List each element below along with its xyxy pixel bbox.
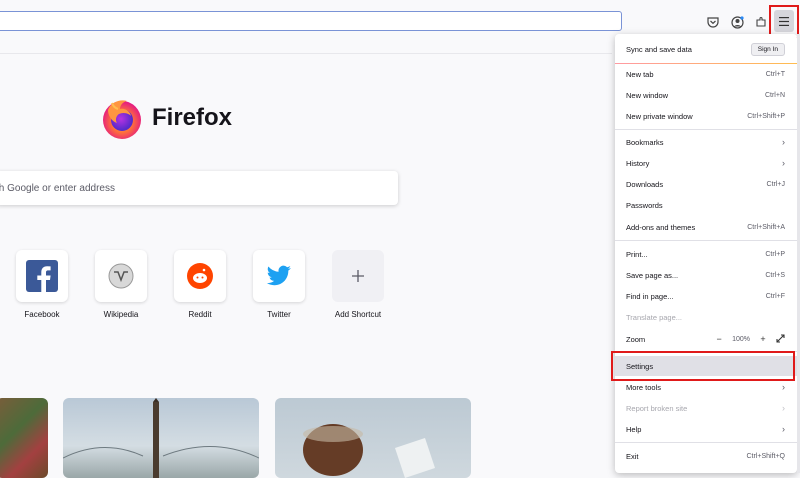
wikipedia-icon — [108, 263, 134, 289]
menu-divider — [615, 442, 797, 443]
menu-item-bookmarks[interactable]: Bookmarks › — [615, 132, 797, 152]
account-icon[interactable] — [728, 13, 746, 31]
shortcut-wikipedia[interactable]: Wikipedia — [86, 250, 156, 319]
shortcut-tile — [332, 250, 384, 302]
missile-image-icon — [63, 398, 259, 478]
menu-item-label: New private window — [626, 111, 693, 121]
menu-item-label: History — [626, 158, 650, 168]
menu-item-zoom: Zoom − 100% + — [615, 329, 797, 349]
firefox-brand: Firefox — [100, 96, 232, 140]
menu-item-shortcut: Ctrl+P — [765, 250, 785, 258]
menu-item-shortcut: Ctrl+Shift+A — [747, 223, 785, 231]
chevron-right-icon: › — [782, 158, 785, 168]
toolbar-divider — [0, 53, 612, 54]
menu-item-label: Save page as... — [626, 270, 679, 280]
menu-item-label: New window — [626, 90, 669, 100]
chevron-right-icon: › — [782, 382, 785, 392]
menu-item-label: Bookmarks — [626, 137, 664, 147]
chevron-right-icon: › — [782, 403, 785, 413]
menu-item-find-in-page[interactable]: Find in page... Ctrl+F — [615, 286, 797, 306]
shortcut-reddit[interactable]: Reddit — [165, 250, 235, 319]
menu-item-label: Exit — [626, 451, 639, 461]
search-placeholder: th Google or enter address — [0, 182, 115, 194]
search-input[interactable]: th Google or enter address — [0, 171, 398, 205]
settings-highlight — [611, 351, 795, 381]
shortcut-tile — [16, 250, 68, 302]
menu-item-new-tab[interactable]: New tab Ctrl+T — [615, 64, 797, 84]
menu-item-shortcut: Ctrl+J — [766, 180, 785, 188]
zoom-in-button[interactable]: + — [758, 334, 768, 344]
menu-item-history[interactable]: History › — [615, 153, 797, 173]
shortcut-tile — [95, 250, 147, 302]
menu-item-label: New tab — [626, 69, 654, 79]
menu-item-downloads[interactable]: Downloads Ctrl+J — [615, 174, 797, 194]
shortcut-tile — [174, 250, 226, 302]
tea-cup-image-icon — [303, 424, 435, 478]
menu-item-save-page[interactable]: Save page as... Ctrl+S — [615, 265, 797, 285]
story-card-image[interactable] — [0, 398, 48, 478]
menu-item-label: Report broken site — [626, 403, 688, 413]
menu-item-exit[interactable]: Exit Ctrl+Shift+Q — [615, 446, 797, 466]
shortcut-label: Wikipedia — [103, 310, 139, 319]
menu-sync: Sync and save data Sign In — [615, 37, 797, 61]
brand-title: Firefox — [152, 104, 233, 131]
menu-sync-label: Sync and save data — [626, 44, 692, 54]
pocket-icon[interactable] — [704, 13, 722, 31]
menu-item-label: Passwords — [626, 200, 663, 210]
chevron-right-icon: › — [782, 424, 785, 434]
reddit-icon — [187, 263, 213, 289]
menu-item-label: Find in page... — [626, 291, 674, 301]
zoom-level[interactable]: 100% — [732, 336, 750, 343]
menu-item-new-window[interactable]: New window Ctrl+N — [615, 85, 797, 105]
shortcut-facebook[interactable]: Facebook — [7, 250, 77, 319]
menu-item-report-broken-site: Report broken site › — [615, 398, 797, 418]
menu-item-shortcut: Ctrl+N — [764, 91, 785, 99]
menu-item-label: Translate page... — [626, 312, 683, 322]
story-card-image[interactable] — [63, 398, 259, 478]
menu-divider — [615, 240, 797, 241]
shortcut-twitter[interactable]: Twitter — [244, 250, 314, 319]
menu-item-label: Print... — [626, 249, 648, 259]
chevron-right-icon: › — [782, 137, 785, 147]
menu-item-label: Help — [626, 424, 642, 434]
address-bar[interactable] — [0, 11, 622, 31]
menu-item-help[interactable]: Help › — [615, 419, 797, 439]
extensions-icon[interactable] — [752, 13, 770, 31]
shortcut-label: Facebook — [24, 310, 60, 319]
shortcut-add[interactable]: Add Shortcut — [323, 250, 393, 319]
app-menu-panel: Sync and save data Sign In New tab Ctrl+… — [615, 34, 797, 473]
fullscreen-icon[interactable] — [776, 333, 785, 345]
twitter-icon — [266, 265, 291, 286]
menu-item-shortcut: Ctrl+F — [765, 292, 785, 300]
menu-item-shortcut: Ctrl+Shift+Q — [746, 452, 785, 460]
facebook-icon — [26, 260, 58, 292]
menu-item-addons[interactable]: Add-ons and themes Ctrl+Shift+A — [615, 217, 797, 237]
menu-item-translate-page: Translate page... — [615, 307, 797, 327]
menu-item-new-private-window[interactable]: New private window Ctrl+Shift+P — [615, 106, 797, 126]
story-card-image[interactable] — [275, 398, 471, 478]
menu-item-label: Zoom — [626, 334, 646, 344]
zoom-out-button[interactable]: − — [714, 334, 724, 344]
menu-item-shortcut: Ctrl+S — [765, 271, 785, 279]
shortcut-label: Reddit — [188, 310, 212, 319]
menu-item-label: Downloads — [626, 179, 664, 189]
plus-icon — [352, 270, 364, 282]
shortcut-label: Add Shortcut — [334, 310, 382, 319]
shortcut-tile — [253, 250, 305, 302]
shortcut-label: Twitter — [267, 310, 291, 319]
menu-divider — [615, 129, 797, 130]
menu-item-shortcut: Ctrl+T — [765, 70, 785, 78]
menu-item-label: Add-ons and themes — [626, 222, 696, 232]
zoom-controls: − 100% + — [714, 333, 785, 345]
menu-item-label: More tools — [626, 382, 662, 392]
menu-item-passwords[interactable]: Passwords — [615, 195, 797, 215]
menu-item-shortcut: Ctrl+Shift+P — [747, 112, 785, 120]
menu-item-print[interactable]: Print... Ctrl+P — [615, 244, 797, 264]
sign-in-button[interactable]: Sign In — [750, 42, 785, 56]
firefox-logo-icon — [103, 100, 141, 139]
